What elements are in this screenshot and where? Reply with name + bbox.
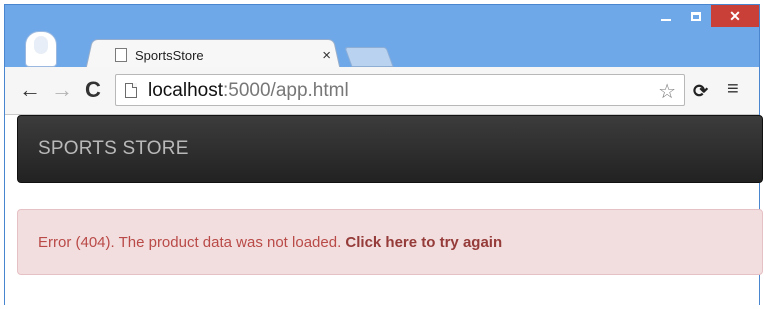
close-window-button[interactable]: ✕: [711, 5, 759, 27]
tab-title: SportsStore: [135, 47, 204, 63]
profile-avatar-icon[interactable]: [25, 31, 57, 67]
minimize-icon: [661, 19, 671, 21]
back-arrow-icon[interactable]: ←: [19, 79, 41, 101]
new-tab-button[interactable]: [344, 47, 394, 67]
url-host: localhost: [148, 80, 223, 101]
extension-sync-icon[interactable]: ⟳: [693, 81, 708, 102]
browser-toolbar: ← → C localhost:5000/app.html ☆ ⟳ ≡: [5, 67, 759, 115]
window-controls: ✕: [651, 5, 759, 27]
tab-strip: SportsStore × ✕: [5, 5, 759, 71]
minimize-button[interactable]: [651, 5, 681, 27]
url-text[interactable]: localhost:5000/app.html: [148, 80, 349, 102]
maximize-button[interactable]: [681, 5, 711, 27]
address-bar[interactable]: localhost:5000/app.html ☆: [115, 74, 685, 106]
bookmark-star-icon[interactable]: ☆: [658, 79, 676, 104]
site-brand[interactable]: SPORTS STORE: [38, 138, 189, 160]
error-message: Error (404). The product data was not lo…: [38, 234, 502, 251]
reload-icon[interactable]: C: [85, 79, 101, 101]
page-icon: [125, 83, 137, 98]
tab-close-icon[interactable]: ×: [322, 47, 331, 64]
page-favicon-icon: [115, 48, 127, 62]
retry-link[interactable]: Click here to try again: [345, 234, 502, 251]
site-navbar: SPORTS STORE: [17, 115, 763, 183]
url-path: :5000/app.html: [223, 80, 349, 101]
error-text: Error (404). The product data was not lo…: [38, 234, 346, 251]
error-alert: Error (404). The product data was not lo…: [17, 209, 763, 275]
maximize-icon: [691, 11, 701, 21]
browser-window: SportsStore × ✕ ← → C localhost:5000/app…: [4, 4, 763, 306]
hamburger-menu-icon[interactable]: ≡: [727, 78, 739, 101]
page-viewport: SPORTS STORE Error (404). The product da…: [5, 115, 763, 306]
tab-content: SportsStore ×: [97, 43, 337, 67]
forward-arrow-icon[interactable]: →: [51, 79, 73, 101]
